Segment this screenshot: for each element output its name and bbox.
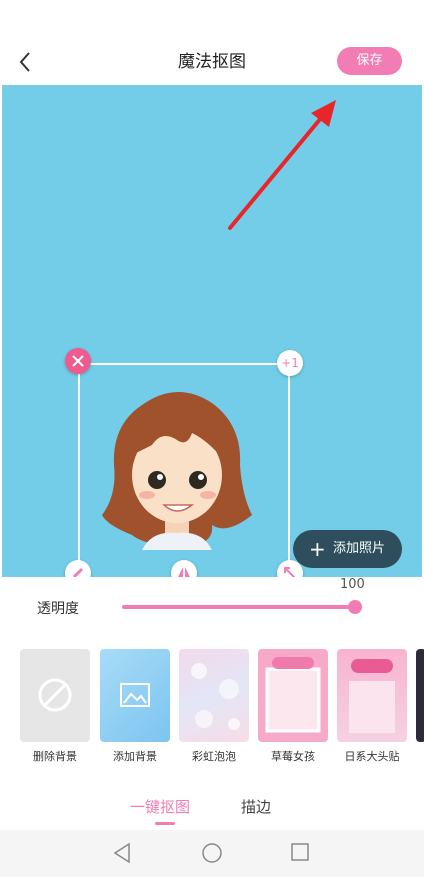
bg-option-remove[interactable]: 删除背景 [20, 649, 90, 764]
bg-option-rainbow-bubbles[interactable]: 彩虹泡泡 [179, 649, 249, 764]
dark-thumbnail [416, 649, 424, 742]
nav-home-icon[interactable] [201, 842, 223, 864]
bg-option-japanese-sticker[interactable]: 日系大头贴 [337, 649, 407, 764]
strawberry-thumbnail [258, 649, 328, 742]
bg-option-label: 删除背景 [33, 750, 77, 763]
top-bar: 魔法抠图 保存 [0, 0, 424, 85]
add-photo-button[interactable]: + 添加照片 [293, 530, 402, 568]
close-icon [72, 355, 84, 367]
red-arrow-annotation [228, 100, 336, 230]
bg-option-partial[interactable] [416, 649, 424, 742]
prohibited-icon [20, 649, 90, 742]
image-icon [100, 649, 170, 742]
bubble-thumbnail [179, 649, 249, 742]
nav-recents-icon[interactable] [290, 842, 310, 862]
nav-back-icon[interactable] [112, 842, 132, 864]
tab-stroke[interactable]: 描边 [241, 796, 271, 817]
pencil-icon [72, 567, 84, 577]
editing-canvas[interactable]: +1 [2, 85, 422, 577]
opacity-slider-thumb[interactable] [348, 600, 362, 614]
opacity-value: 100 [340, 577, 365, 592]
opacity-label: 透明度 [37, 601, 79, 617]
background-options: 删除背景 添加背景 彩虹泡泡 草莓女孩 日系大头贴 [20, 649, 424, 769]
edit-handle[interactable] [65, 560, 91, 577]
bg-option-label: 彩虹泡泡 [192, 750, 236, 763]
bg-option-strawberry-girl[interactable]: 草莓女孩 [258, 649, 328, 764]
bg-option-label: 日系大头贴 [344, 750, 400, 763]
active-tab-indicator [155, 822, 175, 825]
delete-handle[interactable] [65, 348, 91, 374]
bg-option-label: 草莓女孩 [271, 750, 315, 763]
bg-option-label: 添加背景 [113, 750, 157, 763]
plus-icon: + [309, 537, 326, 561]
bg-option-add[interactable]: 添加背景 [100, 649, 170, 764]
love-thumbnail [337, 649, 407, 742]
duplicate-handle[interactable]: +1 [277, 350, 303, 376]
opacity-slider-track[interactable] [122, 605, 356, 609]
flip-icon [178, 567, 190, 577]
tab-one-click-cutout[interactable]: 一键抠图 [130, 796, 190, 817]
system-nav-bar [0, 830, 424, 877]
add-photo-label: 添加照片 [333, 541, 386, 556]
selection-frame[interactable] [78, 363, 290, 577]
flip-handle[interactable] [171, 560, 197, 577]
save-button[interactable]: 保存 [337, 47, 402, 75]
